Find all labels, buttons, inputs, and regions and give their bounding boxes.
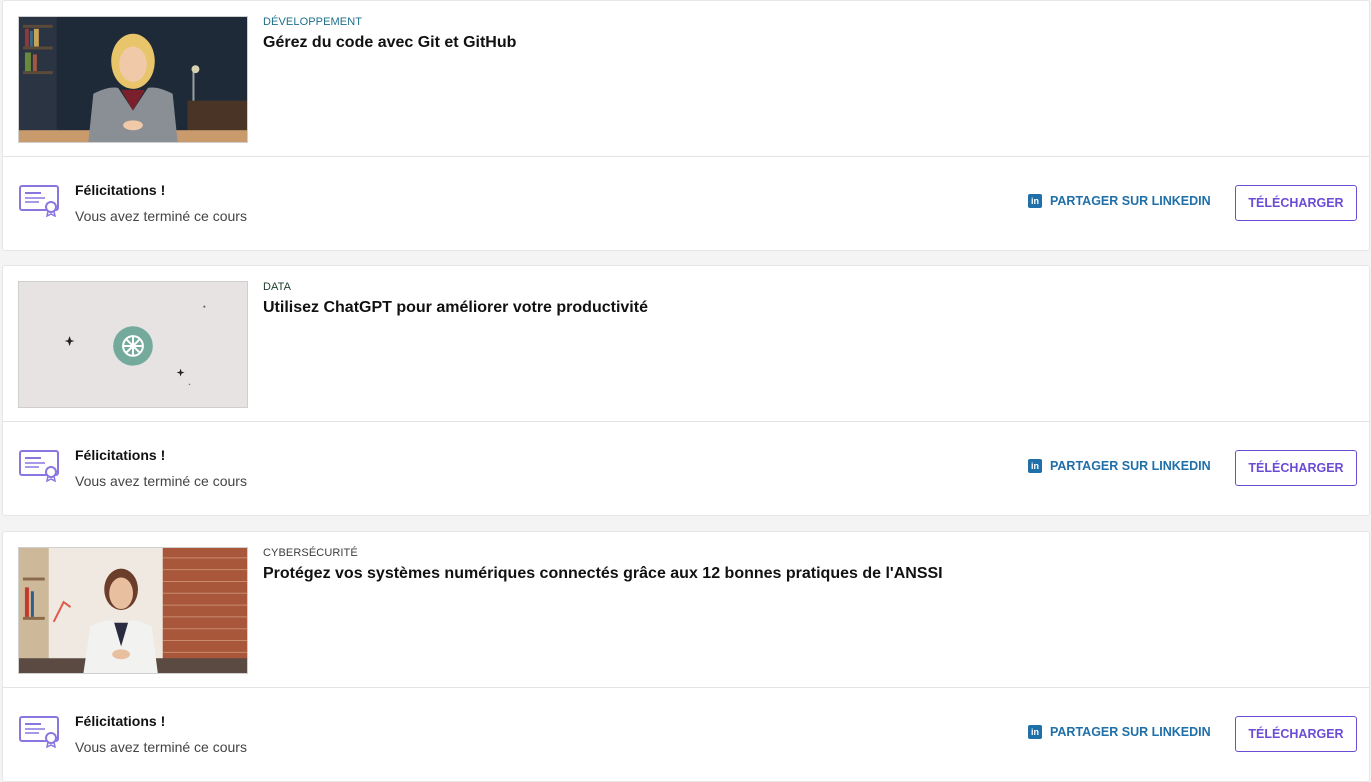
course-thumbnail[interactable] — [18, 16, 248, 143]
course-thumbnail[interactable] — [18, 281, 248, 408]
congrats-label: Félicitations ! — [75, 447, 166, 463]
course-card: DATA Utilisez ChatGPT pour améliorer vot… — [2, 265, 1370, 516]
share-linkedin-label: PARTAGER SUR LINKEDIN — [1050, 725, 1211, 739]
certificate-row: Félicitations ! Vous avez terminé ce cou… — [3, 422, 1369, 515]
linkedin-icon: in — [1028, 459, 1042, 473]
share-linkedin-button[interactable]: in PARTAGER SUR LINKEDIN — [1028, 725, 1211, 739]
course-header: CYBERSÉCURITÉ Protégez vos systèmes numé… — [3, 532, 1369, 688]
certificate-row: Félicitations ! Vous avez terminé ce cou… — [3, 688, 1369, 781]
share-linkedin-label: PARTAGER SUR LINKEDIN — [1050, 459, 1211, 473]
certificate-icon — [19, 450, 59, 482]
completion-status: Vous avez terminé ce cours — [75, 208, 247, 224]
certificate-row: Félicitations ! Vous avez terminé ce cou… — [3, 157, 1369, 250]
download-certificate-button[interactable]: TÉLÉCHARGER — [1235, 185, 1357, 221]
course-title[interactable]: Protégez vos systèmes numériques connect… — [263, 565, 943, 583]
certificate-icon — [19, 185, 59, 217]
course-title[interactable]: Gérez du code avec Git et GitHub — [263, 34, 516, 52]
course-title[interactable]: Utilisez ChatGPT pour améliorer votre pr… — [263, 299, 648, 317]
linkedin-icon: in — [1028, 725, 1042, 739]
course-header: DÉVELOPPEMENT Gérez du code avec Git et … — [3, 1, 1369, 157]
completion-status: Vous avez terminé ce cours — [75, 473, 247, 489]
share-linkedin-button[interactable]: in PARTAGER SUR LINKEDIN — [1028, 194, 1211, 208]
download-certificate-button[interactable]: TÉLÉCHARGER — [1235, 450, 1357, 486]
course-category: CYBERSÉCURITÉ — [263, 547, 358, 559]
share-linkedin-label: PARTAGER SUR LINKEDIN — [1050, 194, 1211, 208]
course-category: DATA — [263, 281, 292, 293]
download-certificate-button[interactable]: TÉLÉCHARGER — [1235, 716, 1357, 752]
course-card: CYBERSÉCURITÉ Protégez vos systèmes numé… — [2, 531, 1370, 782]
certificate-icon — [19, 716, 59, 748]
instructor-thumbnail-image — [19, 17, 247, 142]
course-header: DATA Utilisez ChatGPT pour améliorer vot… — [3, 266, 1369, 422]
course-thumbnail[interactable] — [18, 547, 248, 674]
congrats-label: Félicitations ! — [75, 713, 166, 729]
course-category: DÉVELOPPEMENT — [263, 16, 363, 28]
share-linkedin-button[interactable]: in PARTAGER SUR LINKEDIN — [1028, 459, 1211, 473]
completion-status: Vous avez terminé ce cours — [75, 739, 247, 755]
chatgpt-thumbnail-image — [19, 282, 247, 407]
course-card: DÉVELOPPEMENT Gérez du code avec Git et … — [2, 0, 1370, 251]
congrats-label: Félicitations ! — [75, 182, 166, 198]
instructor-thumbnail-image — [19, 548, 247, 673]
linkedin-icon: in — [1028, 194, 1042, 208]
